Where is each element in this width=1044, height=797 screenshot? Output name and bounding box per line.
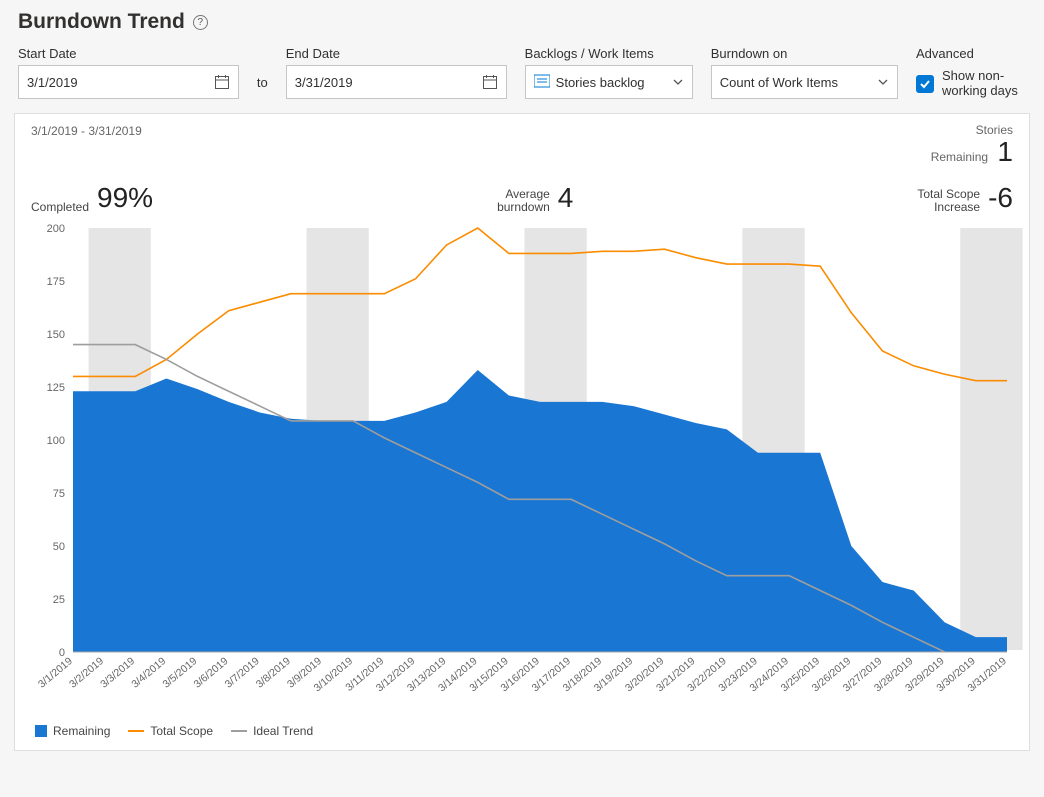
- legend-ideal: Ideal Trend: [231, 724, 313, 738]
- calendar-icon: [214, 74, 230, 90]
- chart-svg: 02550751001251501752003/1/20193/2/20193/…: [25, 222, 1017, 700]
- start-date-group: Start Date 3/1/2019: [18, 46, 239, 99]
- svg-text:125: 125: [47, 382, 65, 394]
- svg-text:200: 200: [47, 223, 65, 235]
- stories-icon: [534, 74, 550, 91]
- legend-swatch: [128, 730, 144, 732]
- burndown-chart: 02550751001251501752003/1/20193/2/20193/…: [25, 222, 1017, 700]
- legend-swatch: [231, 730, 247, 732]
- show-nonworking-checkbox[interactable]: Show non- working days: [916, 69, 1026, 99]
- page-title: Burndown Trend: [18, 10, 185, 34]
- stories-remaining: Stories Remaining 1: [931, 124, 1013, 168]
- burndown-on-value: Count of Work Items: [720, 75, 838, 90]
- burndown-on-dropdown[interactable]: Count of Work Items: [711, 65, 898, 99]
- backlogs-value: Stories backlog: [534, 74, 645, 91]
- legend-swatch: [35, 725, 47, 737]
- end-date-input[interactable]: 3/31/2019: [286, 65, 507, 99]
- svg-text:100: 100: [47, 435, 65, 447]
- stories-remaining-value: 1: [991, 137, 1013, 168]
- start-date-input[interactable]: 3/1/2019: [18, 65, 239, 99]
- metric-completed: Completed 99%: [31, 182, 153, 214]
- end-date-value: 3/31/2019: [295, 75, 353, 90]
- chevron-down-icon: [672, 76, 684, 88]
- report-card: 3/1/2019 - 3/31/2019 Stories Remaining 1…: [14, 113, 1030, 751]
- backlogs-label: Backlogs / Work Items: [525, 46, 693, 61]
- legend-remaining: Remaining: [35, 724, 110, 738]
- start-date-label: Start Date: [18, 46, 239, 61]
- metric-scope-increase: Total Scope Increase -6: [917, 182, 1013, 214]
- header: Burndown Trend ?: [0, 0, 1044, 38]
- advanced-group: Advanced Show non- working days: [916, 46, 1026, 99]
- help-icon[interactable]: ?: [193, 15, 208, 30]
- controls-row: Start Date 3/1/2019 to End Date 3/31/201…: [0, 38, 1044, 109]
- chart-legend: Remaining Total Scope Ideal Trend: [35, 724, 313, 738]
- start-date-value: 3/1/2019: [27, 75, 78, 90]
- chevron-down-icon: [877, 76, 889, 88]
- to-label: to: [257, 75, 268, 99]
- legend-total-scope: Total Scope: [128, 724, 213, 738]
- svg-text:175: 175: [47, 276, 65, 288]
- svg-text:50: 50: [53, 541, 65, 553]
- svg-text:150: 150: [47, 329, 65, 341]
- metrics-row: Completed 99% Average burndown 4 Total S…: [15, 172, 1029, 214]
- backlogs-group: Backlogs / Work Items Stories backlog: [525, 46, 693, 99]
- checkbox-checked-icon: [916, 75, 934, 93]
- show-nonworking-label: Show non- working days: [942, 69, 1018, 99]
- svg-text:75: 75: [53, 488, 65, 500]
- burndown-on-group: Burndown on Count of Work Items: [711, 46, 898, 99]
- calendar-icon: [482, 74, 498, 90]
- backlogs-dropdown[interactable]: Stories backlog: [525, 65, 693, 99]
- report-header: 3/1/2019 - 3/31/2019 Stories Remaining 1: [15, 114, 1029, 172]
- svg-text:25: 25: [53, 594, 65, 606]
- metric-avg-burndown: Average burndown 4: [497, 182, 573, 214]
- end-date-group: End Date 3/31/2019: [286, 46, 507, 99]
- date-range: 3/1/2019 - 3/31/2019: [31, 124, 142, 168]
- burndown-on-label: Burndown on: [711, 46, 898, 61]
- advanced-label: Advanced: [916, 46, 1026, 61]
- end-date-label: End Date: [286, 46, 507, 61]
